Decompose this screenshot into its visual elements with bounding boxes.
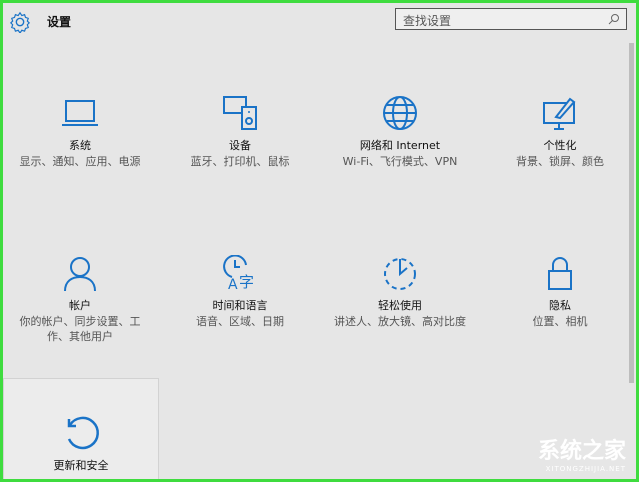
tile-time-language[interactable]: A字 时间和语言 语音、区域、日期 xyxy=(163,255,317,355)
tile-title: 个性化 xyxy=(543,139,577,152)
tile-title: 轻松使用 xyxy=(378,299,422,312)
tile-desc: 你的帐户、同步设置、工作、其他用户 xyxy=(19,315,141,343)
tile-devices[interactable]: 设备 蓝牙、打印机、鼠标 xyxy=(163,95,317,195)
tile-title: 时间和语言 xyxy=(212,299,268,312)
tile-desc: 显示、通知、应用、电源 xyxy=(19,155,141,168)
devices-icon xyxy=(223,96,257,130)
search-placeholder: 查找设置 xyxy=(403,14,452,28)
watermark-url: XITONGZHIJIA.NET xyxy=(545,465,626,473)
tile-ease-of-access[interactable]: 轻松使用 讲述人、放大镜、高对比度 xyxy=(323,255,477,355)
lock-icon xyxy=(548,257,572,290)
tile-privacy[interactable]: 隐私 位置、相机 xyxy=(483,255,636,355)
update-icon xyxy=(67,416,99,450)
tile-personalization[interactable]: 个性化 背景、锁屏、颜色 xyxy=(483,95,636,195)
svg-text:字: 字 xyxy=(239,273,254,291)
globe-icon xyxy=(383,96,417,130)
tile-desc: 语音、区域、日期 xyxy=(196,315,284,328)
tile-accounts[interactable]: 帐户 你的帐户、同步设置、工作、其他用户 xyxy=(3,255,157,355)
tile-title: 帐户 xyxy=(69,299,91,312)
person-icon xyxy=(64,257,96,291)
tile-desc: 讲述人、放大镜、高对比度 xyxy=(334,315,466,328)
tile-title: 更新和安全 xyxy=(53,459,109,472)
ease-of-access-icon xyxy=(384,258,416,290)
tile-title: 设备 xyxy=(229,139,251,152)
tile-title: 隐私 xyxy=(549,299,571,312)
personalize-icon xyxy=(543,97,576,130)
tile-desc: 位置、相机 xyxy=(532,315,588,328)
tile-update-security[interactable]: 更新和安全 xyxy=(3,378,159,479)
tile-title: 系统 xyxy=(69,139,91,152)
watermark-name: 系统之家 xyxy=(537,439,626,464)
svg-text:A: A xyxy=(228,277,238,291)
tile-system[interactable]: 系统 显示、通知、应用、电源 xyxy=(3,95,157,195)
page-title: 设置 xyxy=(47,15,72,29)
tile-title: 网络和 Internet xyxy=(359,139,441,152)
tile-desc: Wi-Fi、飞行模式、VPN xyxy=(342,155,458,168)
time-language-icon: A字 xyxy=(223,255,254,291)
tile-desc: 背景、锁屏、颜色 xyxy=(516,155,604,168)
tile-desc: 蓝牙、打印机、鼠标 xyxy=(190,155,290,168)
gear-icon xyxy=(9,11,31,33)
tile-network[interactable]: 网络和 Internet Wi-Fi、飞行模式、VPN xyxy=(323,95,477,195)
search-icon[interactable] xyxy=(608,13,620,25)
laptop-icon xyxy=(62,100,98,126)
watermark-logo: 系统之家 XITONGZHIJIA.NET xyxy=(538,433,626,473)
search-input[interactable]: 查找设置 xyxy=(395,8,627,30)
settings-window: 设置 查找设置 系统 显示、通知、应用、电源 设备 蓝牙、打印机、鼠标 网络和 … xyxy=(3,3,636,479)
